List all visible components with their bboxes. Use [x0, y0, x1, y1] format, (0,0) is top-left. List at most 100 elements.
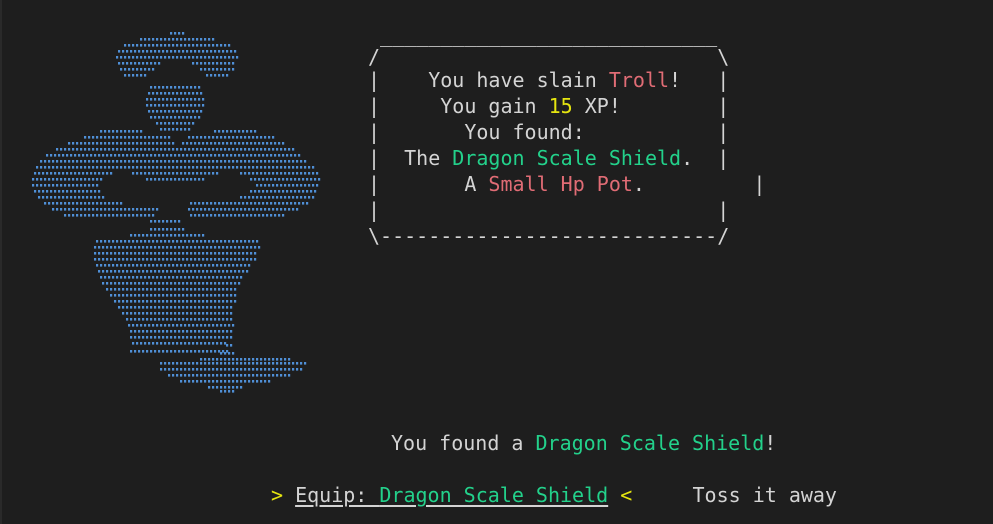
art-dot [166, 258, 169, 261]
art-dot [288, 166, 291, 169]
art-dot [228, 380, 231, 383]
art-dot [240, 172, 243, 175]
art-dot [218, 130, 221, 133]
art-dot [68, 160, 71, 163]
toss-option[interactable]: Toss it away [692, 483, 837, 507]
art-dot [244, 368, 247, 371]
art-dot [132, 264, 135, 267]
art-dot [226, 50, 229, 53]
art-dot [110, 294, 113, 297]
art-dot [166, 104, 169, 107]
art-dot [100, 208, 103, 211]
art-dot [140, 172, 143, 175]
art-dot [216, 44, 219, 47]
art-dot [230, 294, 233, 297]
art-dot [206, 214, 209, 217]
art-dot [182, 98, 185, 101]
art-dot [160, 342, 163, 345]
art-dot [146, 154, 149, 157]
art-dot [76, 214, 79, 217]
art-dot [202, 202, 205, 205]
art-dot [94, 196, 97, 199]
art-dot [150, 62, 153, 65]
art-dot [232, 56, 235, 59]
art-dot [206, 74, 209, 77]
art-dot [282, 190, 285, 193]
art-dot [212, 68, 215, 71]
art-dot [84, 202, 87, 205]
art-dot [218, 282, 221, 285]
art-dot [178, 154, 181, 157]
art-dot [126, 306, 129, 309]
art-dot [182, 116, 185, 119]
art-dot [214, 154, 217, 157]
art-dot [102, 258, 105, 261]
art-dot [264, 196, 267, 199]
art-dot [158, 306, 161, 309]
art-dot [220, 44, 223, 47]
art-dot [300, 368, 303, 371]
art-dot [234, 202, 237, 205]
art-dot [152, 240, 155, 243]
genie-lamp-ascii-art [32, 32, 321, 393]
art-dot [64, 208, 67, 211]
art-dot [218, 142, 221, 145]
art-dot [160, 136, 163, 139]
art-dot [140, 130, 143, 133]
art-dot [162, 350, 165, 353]
art-dot [294, 154, 297, 157]
art-dot [192, 122, 195, 125]
art-dot [200, 38, 203, 41]
art-dot [52, 166, 55, 169]
art-dot [94, 258, 97, 261]
art-dot [42, 196, 45, 199]
art-dot [112, 264, 115, 267]
art-dot [200, 110, 203, 113]
art-dot [186, 116, 189, 119]
art-dot [36, 166, 39, 169]
art-dot [258, 202, 261, 205]
art-dot [88, 178, 91, 181]
art-dot [174, 86, 177, 89]
art-dot [292, 184, 295, 187]
art-dot [166, 86, 169, 89]
loot-item-suffix: . | [681, 146, 730, 170]
art-dot [204, 374, 207, 377]
art-dot [218, 50, 221, 53]
art-dot [202, 104, 205, 107]
art-dot [112, 160, 115, 163]
art-dot [232, 264, 235, 267]
art-dot [232, 362, 235, 365]
art-dot [52, 202, 55, 205]
art-dot [192, 342, 195, 345]
equip-option[interactable]: Equip: Dragon Scale Shield [295, 483, 608, 507]
art-dot [196, 148, 199, 151]
art-dot [226, 214, 229, 217]
art-dot [208, 56, 211, 59]
art-dot [196, 44, 199, 47]
art-dot [164, 136, 167, 139]
art-dot [204, 362, 207, 365]
art-dot [96, 214, 99, 217]
art-dot [292, 196, 295, 199]
art-dot [244, 358, 247, 361]
art-dot [242, 142, 245, 145]
art-dot [154, 246, 157, 249]
art-dot [134, 258, 137, 261]
art-dot [94, 246, 97, 249]
art-dot [188, 240, 191, 243]
art-dot [232, 374, 235, 377]
art-dot [216, 160, 219, 163]
art-dot [110, 258, 113, 261]
art-dot [218, 288, 221, 291]
art-dot [96, 148, 99, 151]
art-dot [154, 228, 157, 231]
art-dot [158, 318, 161, 321]
art-dot [136, 142, 139, 145]
art-dot [208, 276, 211, 279]
art-dot [210, 258, 213, 261]
art-dot [296, 184, 299, 187]
art-dot [256, 380, 259, 383]
art-dot [126, 246, 129, 249]
art-dot [120, 276, 123, 279]
